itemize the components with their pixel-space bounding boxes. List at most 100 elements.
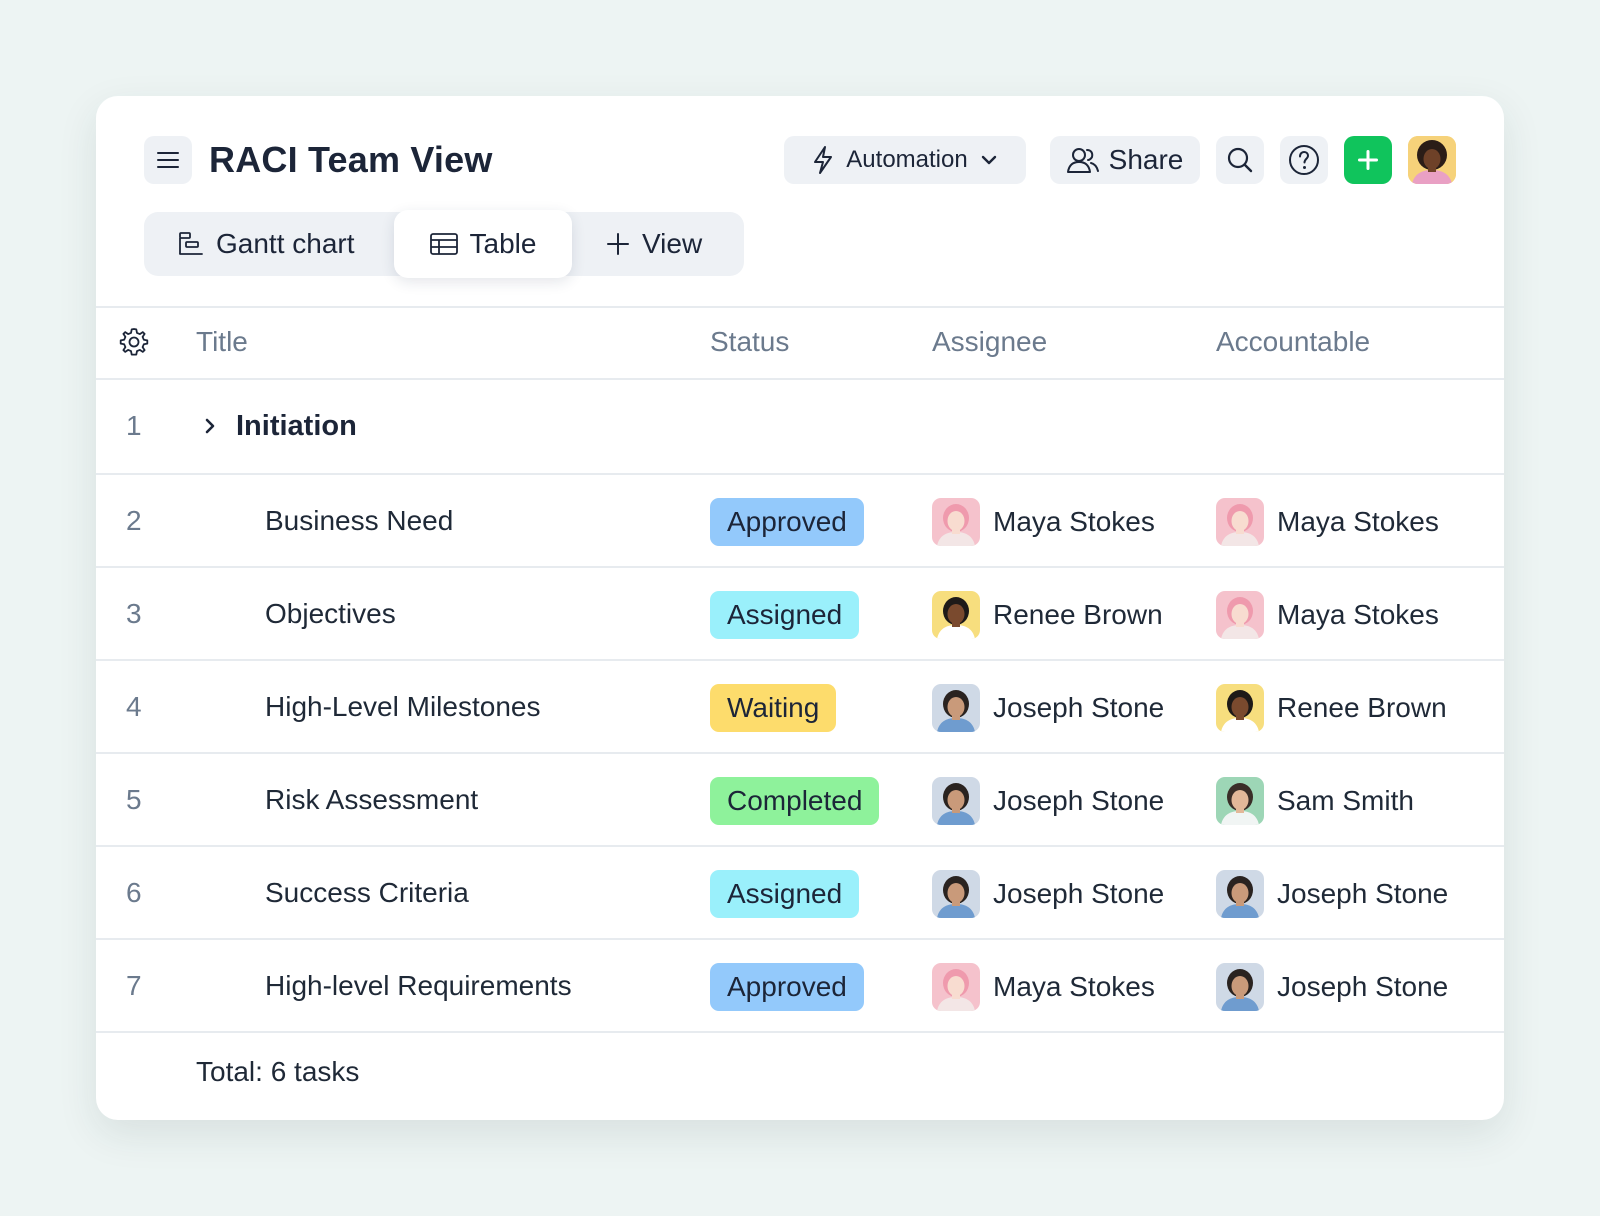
- avatar: [1216, 684, 1264, 732]
- tab-gantt-label: Gantt chart: [216, 228, 355, 259]
- task-title[interactable]: High-Level Milestones: [265, 687, 540, 727]
- chevron-right-icon[interactable]: [200, 416, 220, 436]
- hamburger-menu-icon: [157, 152, 179, 168]
- task-title[interactable]: Business Need: [265, 501, 453, 541]
- accountable-name: Joseph Stone: [1277, 878, 1449, 909]
- accountable-cell[interactable]: Maya Stokes: [1216, 591, 1439, 639]
- share-label: Share: [1108, 144, 1184, 175]
- gantt-chart-icon: [179, 232, 203, 255]
- status-badge[interactable]: Completed: [710, 777, 880, 825]
- tab-gantt-chart[interactable]: Gantt chart: [178, 212, 355, 276]
- page-title: RACI Team View: [209, 139, 493, 180]
- table-row[interactable]: 2 Business Need Approved Maya Stokes Maya St…: [96, 475, 1504, 568]
- column-header-assignee[interactable]: Assignee: [932, 322, 1047, 362]
- status-badge[interactable]: Approved: [710, 963, 864, 1011]
- menu-button[interactable]: [144, 136, 192, 184]
- task-title[interactable]: Success Criteria: [265, 873, 469, 913]
- tab-table[interactable]: Table: [394, 210, 572, 278]
- chevron-down-icon: [981, 155, 996, 165]
- user-photo-icon: [1408, 136, 1456, 184]
- assignee-name: Renee Brown: [993, 599, 1163, 630]
- assignee-name: Joseph Stone: [993, 878, 1165, 909]
- accountable-cell[interactable]: Renee Brown: [1216, 684, 1447, 732]
- row-number: 2: [126, 505, 142, 536]
- status-badge[interactable]: Approved: [710, 498, 864, 546]
- accountable-cell[interactable]: Maya Stokes: [1216, 498, 1439, 546]
- assignee-name: Joseph Stone: [993, 692, 1165, 723]
- raci-table-card: RACI Team View Automation Share Gantt ch…: [96, 96, 1504, 1120]
- tab-add-view[interactable]: View: [606, 212, 702, 276]
- row-number: 3: [126, 598, 142, 629]
- accountable-cell[interactable]: Joseph Stone: [1216, 963, 1448, 1011]
- accountable-name: Renee Brown: [1277, 692, 1447, 723]
- search-icon: [1227, 147, 1253, 173]
- automation-button[interactable]: Automation: [784, 136, 1026, 184]
- question-mark-icon: [1289, 145, 1319, 175]
- table-row[interactable]: 7 High-level Requirements Approved Maya Sto…: [96, 940, 1504, 1033]
- avatar: [1216, 591, 1264, 639]
- help-button[interactable]: [1280, 136, 1328, 184]
- status-badge[interactable]: Assigned: [710, 870, 860, 918]
- automation-label: Automation: [846, 146, 968, 173]
- add-button[interactable]: [1344, 136, 1392, 184]
- search-button[interactable]: [1216, 136, 1264, 184]
- avatar: [932, 498, 980, 546]
- table-top-divider: [96, 306, 1504, 308]
- assignee-cell[interactable]: Joseph Stone: [932, 777, 1164, 825]
- assignee-cell[interactable]: Joseph Stone: [932, 684, 1164, 732]
- plus-icon: [607, 233, 629, 255]
- assignee-name: Maya Stokes: [993, 506, 1155, 537]
- assignee-cell[interactable]: Maya Stokes: [932, 963, 1155, 1011]
- users-icon: [1066, 148, 1099, 173]
- task-title[interactable]: High-level Requirements: [265, 966, 572, 1006]
- row-number: 4: [126, 691, 142, 722]
- row-number: 1: [126, 410, 142, 441]
- assignee-cell[interactable]: Maya Stokes: [932, 498, 1155, 546]
- task-title[interactable]: Objectives: [265, 594, 396, 634]
- view-tabs: Gantt chart Table View: [144, 210, 744, 278]
- table-icon: [429, 233, 458, 255]
- avatar: [1216, 870, 1264, 918]
- group-title: Initiation: [236, 410, 357, 442]
- table-row[interactable]: 5 Risk Assessment Completed Joseph Stone Sam…: [96, 754, 1504, 847]
- assignee-cell[interactable]: Joseph Stone: [932, 870, 1164, 918]
- current-user-avatar[interactable]: [1408, 136, 1456, 184]
- table-row[interactable]: 3 Objectives Assigned Renee Brown Maya Stoke…: [96, 568, 1504, 661]
- tab-view-label: View: [642, 228, 703, 259]
- share-button[interactable]: Share: [1050, 136, 1200, 184]
- avatar: [932, 684, 980, 732]
- plus-icon: [1358, 150, 1378, 170]
- accountable-name: Joseph Stone: [1277, 971, 1449, 1002]
- assignee-name: Joseph Stone: [993, 785, 1165, 816]
- column-header-status[interactable]: Status: [710, 322, 789, 362]
- accountable-name: Sam Smith: [1277, 785, 1414, 816]
- accountable-name: Maya Stokes: [1277, 599, 1439, 630]
- table-row[interactable]: 4 High-Level Milestones Waiting Joseph Ston…: [96, 661, 1504, 754]
- avatar: [932, 777, 980, 825]
- avatar: [932, 963, 980, 1011]
- avatar: [1216, 498, 1264, 546]
- accountable-cell[interactable]: Sam Smith: [1216, 777, 1414, 825]
- column-header-accountable[interactable]: Accountable: [1216, 322, 1370, 362]
- status-badge[interactable]: Waiting: [710, 684, 837, 732]
- assignee-cell[interactable]: Renee Brown: [932, 591, 1163, 639]
- group-row-initiation[interactable]: 1 Initiation: [96, 380, 1504, 473]
- avatar: [932, 591, 980, 639]
- status-badge[interactable]: Assigned: [710, 591, 860, 639]
- gear-icon[interactable]: [118, 326, 150, 358]
- avatar: [1216, 963, 1264, 1011]
- row-number: 6: [126, 877, 142, 908]
- table-row[interactable]: 6 Success Criteria Assigned Joseph Stone Jos…: [96, 847, 1504, 940]
- row-number: 5: [126, 784, 142, 815]
- total-tasks-label: Total: 6 tasks: [196, 1056, 360, 1087]
- accountable-cell[interactable]: Joseph Stone: [1216, 870, 1448, 918]
- assignee-name: Maya Stokes: [993, 971, 1155, 1002]
- avatar: [1216, 777, 1264, 825]
- row-number: 7: [126, 970, 142, 1001]
- column-header-title[interactable]: Title: [196, 322, 248, 362]
- row-divider: [96, 1031, 1504, 1033]
- task-title[interactable]: Risk Assessment: [265, 780, 478, 820]
- lightning-icon: [814, 146, 833, 174]
- tab-table-label: Table: [469, 228, 537, 259]
- accountable-name: Maya Stokes: [1277, 506, 1439, 537]
